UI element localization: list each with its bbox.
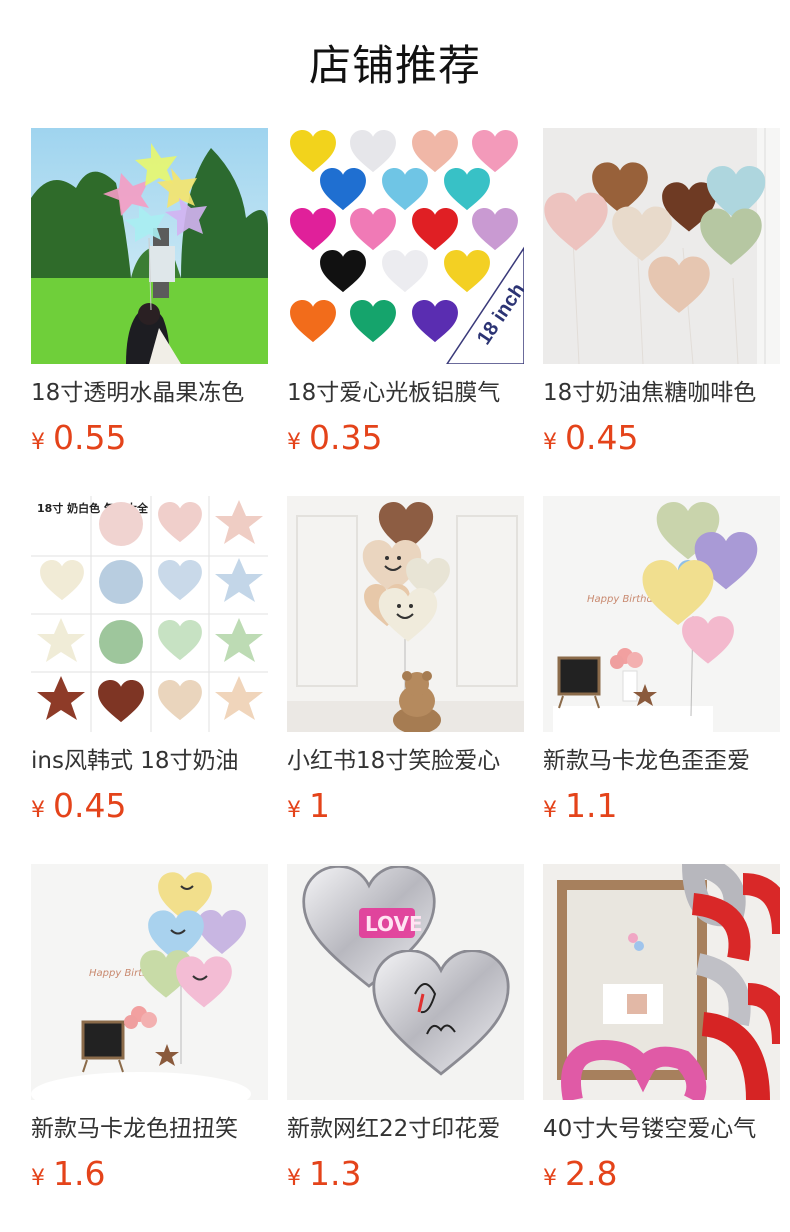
product-name-8[interactable]: 新款网红22寸印花爱 <box>287 1112 524 1146</box>
product-price-8: ¥1.3 <box>287 1154 361 1194</box>
currency-symbol: ¥ <box>543 798 557 823</box>
currency-symbol: ¥ <box>31 430 45 455</box>
currency-symbol: ¥ <box>31 1166 45 1191</box>
price-value: 1.1 <box>565 786 618 825</box>
product-card-8[interactable]: LOVE 新款网红22寸印花爱 ¥1.3 <box>287 864 524 1194</box>
product-image-4[interactable]: 18寸 奶白色 气球大全 <box>31 496 268 732</box>
price-value: 1.3 <box>309 1154 362 1193</box>
product-name-2[interactable]: 18寸爱心光板铝膜气 <box>287 376 524 410</box>
product-card-2[interactable]: 18 inch 18寸爱心光板铝膜气 ¥0.35 <box>287 128 524 458</box>
product-price-4: ¥0.45 <box>31 786 126 826</box>
product-image-1[interactable] <box>31 128 268 364</box>
product-card-4[interactable]: 18寸 奶白色 气球大全 ins风韩式 18寸奶油 ¥0.45 <box>31 496 268 826</box>
price-value: 0.35 <box>309 418 383 457</box>
product-image-5[interactable] <box>287 496 524 732</box>
product-card-6[interactable]: Happy Birthday 新款马卡龙色歪歪爱 ¥1.1 <box>543 496 780 826</box>
product-name-7[interactable]: 新款马卡龙色扭扭笑 <box>31 1112 268 1146</box>
product-name-1[interactable]: 18寸透明水晶果冻色 <box>31 376 268 410</box>
product-image-2[interactable]: 18 inch <box>287 128 524 364</box>
currency-symbol: ¥ <box>287 430 301 455</box>
product-name-6[interactable]: 新款马卡龙色歪歪爱 <box>543 744 780 778</box>
product-price-3: ¥0.45 <box>543 418 638 458</box>
price-value: 0.45 <box>53 786 127 825</box>
currency-symbol: ¥ <box>543 1166 557 1191</box>
product-card-3[interactable]: 18寸奶油焦糖咖啡色 ¥0.45 <box>543 128 780 458</box>
product-price-1: ¥0.55 <box>31 418 126 458</box>
product-name-9[interactable]: 40寸大号镂空爱心气 <box>543 1112 780 1146</box>
balloon-print: LOVE <box>365 912 423 936</box>
product-card-7[interactable]: Happy Birthday 新款马卡龙色扭扭笑 ¥1.6 <box>31 864 268 1194</box>
product-price-6: ¥1.1 <box>543 786 617 826</box>
product-image-7[interactable]: Happy Birthday <box>31 864 268 1100</box>
product-card-9[interactable]: 40寸大号镂空爱心气 ¥2.8 <box>543 864 780 1194</box>
price-value: 1 <box>309 786 330 825</box>
currency-symbol: ¥ <box>287 798 301 823</box>
price-value: 0.45 <box>565 418 639 457</box>
price-value: 2.8 <box>565 1154 618 1193</box>
product-price-2: ¥0.35 <box>287 418 382 458</box>
product-price-7: ¥1.6 <box>31 1154 105 1194</box>
product-image-6[interactable]: Happy Birthday <box>543 496 780 732</box>
currency-symbol: ¥ <box>543 430 557 455</box>
price-value: 1.6 <box>53 1154 106 1193</box>
product-name-4[interactable]: ins风韩式 18寸奶油 <box>31 744 268 778</box>
section-title: 店铺推荐 <box>308 41 481 90</box>
currency-symbol: ¥ <box>31 798 45 823</box>
product-image-3[interactable] <box>543 128 780 364</box>
product-image-8[interactable]: LOVE <box>287 864 524 1100</box>
product-card-5[interactable]: 小红书18寸笑脸爱心 ¥1 <box>287 496 524 826</box>
product-name-5[interactable]: 小红书18寸笑脸爱心 <box>287 744 524 778</box>
currency-symbol: ¥ <box>287 1166 301 1191</box>
product-image-9[interactable] <box>543 864 780 1100</box>
price-value: 0.55 <box>53 418 127 457</box>
product-card-1[interactable]: 18寸透明水晶果冻色 ¥0.55 <box>31 128 268 458</box>
product-price-9: ¥2.8 <box>543 1154 617 1194</box>
product-price-5: ¥1 <box>287 786 330 826</box>
product-name-3[interactable]: 18寸奶油焦糖咖啡色 <box>543 376 780 410</box>
